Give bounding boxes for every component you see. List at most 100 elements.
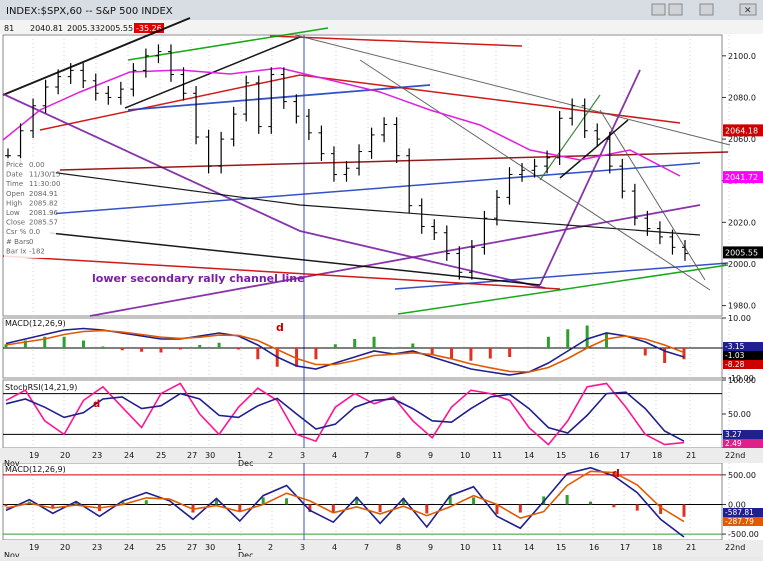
histogram-bar (469, 348, 473, 361)
x-tick-label: 10 (460, 543, 470, 552)
y-tick-label: 10.00 (728, 314, 751, 323)
readout-label: -587.81 (725, 508, 754, 517)
restore-button[interactable] (668, 3, 683, 16)
x-tick-label: 2 (268, 451, 273, 460)
x-tick-label: 27 (187, 543, 197, 552)
y-tick-label: 500.00 (728, 471, 756, 480)
x-tick-label: 7 (364, 543, 369, 552)
data-window-value: -182 (29, 247, 45, 255)
x-tick-label: 4 (332, 543, 337, 552)
x-tick-label: 14 (524, 451, 534, 460)
title-bar: INDEX:$SPX,60 -- S&P 500 INDEX ✕ 81 2040… (0, 0, 763, 34)
readout-label: -1.03 (725, 351, 745, 360)
x-tick-label: 30 (205, 451, 215, 460)
histogram-bar (566, 329, 570, 348)
macd-panel-label: MACD(12,26,9) (5, 319, 66, 328)
x-tick-label: 2 (268, 543, 273, 552)
histogram-bar (144, 500, 148, 505)
x-tick-label: 30 (205, 543, 215, 552)
histogram-bar (120, 348, 124, 351)
data-window-value: 0.00 (29, 161, 45, 169)
month-label: Dec (238, 459, 253, 468)
panel-frame (2, 379, 723, 449)
data-window-label: High (6, 199, 22, 207)
x-tick-label: 7 (364, 451, 369, 460)
histogram-bar (62, 336, 66, 348)
x-tick-label: 19 (29, 451, 39, 460)
x-tick-label: 19 (29, 543, 39, 552)
ohlc-strip-value: 2040.81 (30, 24, 63, 33)
x-tick-label: 15 (556, 543, 566, 552)
x-tick-label: 18 (652, 543, 662, 552)
histogram-bar (236, 348, 240, 350)
x-tick-label: 21 (686, 451, 696, 460)
readout-label: -8.28 (725, 360, 745, 369)
histogram-bar (411, 343, 415, 348)
readout-label: -3.15 (725, 342, 745, 351)
histogram-bar (508, 348, 512, 357)
histogram-bar (565, 494, 569, 505)
histogram-bar (588, 501, 592, 505)
histogram-bar (605, 333, 609, 348)
x-tick-label: 22nd (725, 451, 745, 460)
x-tick-label: 3 (300, 543, 305, 552)
histogram-bar (391, 347, 395, 348)
y-tick-label: 50.00 (728, 410, 751, 419)
histogram-bar (256, 348, 260, 360)
histogram-bar (612, 504, 616, 508)
histogram-bar (378, 504, 382, 513)
data-window-value: 2085.57 (29, 219, 58, 227)
reference-tag-label: 2005.55 (725, 248, 758, 257)
x-tick-label: 25 (156, 543, 166, 552)
histogram-bar (643, 348, 647, 356)
chart-canvas: INDEX:$SPX,60 -- S&P 500 INDEX ✕ 81 2040… (0, 0, 763, 560)
y-tick-label: 2060.0 (728, 135, 756, 144)
histogram-bar (159, 348, 163, 353)
data-window-label: Date (6, 171, 23, 179)
histogram-bar (682, 504, 686, 517)
x-tick-label: 4 (332, 451, 337, 460)
histogram-bar (472, 497, 476, 505)
data-window-label: Bar Ix (6, 247, 26, 255)
data-window-value: 0 (29, 238, 33, 246)
divergence-marker: d (276, 321, 284, 334)
histogram-bar (198, 345, 202, 348)
y-tick-label: 2100.0 (728, 52, 756, 61)
histogram-bar (353, 339, 357, 348)
x-tick-label: 10 (460, 451, 470, 460)
reference-tag-label: 2041.72 (725, 173, 758, 182)
histogram-bar (140, 348, 144, 352)
y-tick-label: 2080.0 (728, 93, 756, 102)
minimize-button[interactable] (651, 3, 666, 16)
readout-label: 2.49 (725, 439, 742, 448)
data-window-label: Price (6, 161, 23, 169)
histogram-bar (314, 348, 318, 360)
readout-label: 3.27 (725, 430, 742, 439)
x-tick-label: 8 (396, 451, 401, 460)
x-axis-strip (0, 540, 763, 557)
histogram-bar (333, 344, 337, 348)
x-tick-label: 15 (556, 451, 566, 460)
month-label: Nov (4, 459, 20, 468)
x-tick-label: 23 (92, 451, 102, 460)
data-window-label: Time (5, 180, 23, 188)
x-tick-label: 17 (620, 543, 630, 552)
data-window-label: Open (6, 190, 25, 198)
maximize-button[interactable] (699, 3, 714, 16)
x-tick-label: 20 (60, 451, 70, 460)
x-tick-label: 11 (492, 451, 502, 460)
histogram-bar (101, 346, 105, 348)
ohlc-strip-value: 2005.33 (67, 24, 100, 33)
x-tick-label: 21 (686, 543, 696, 552)
data-window-label: Close (6, 219, 25, 227)
x-axis-strip (0, 448, 763, 463)
histogram-bar (372, 336, 376, 348)
divergence-marker: d (612, 467, 620, 480)
data-window-label: # Bars (6, 238, 30, 246)
histogram-bar (430, 348, 434, 354)
x-tick-label: 17 (620, 451, 630, 460)
data-window-label: Low (6, 209, 20, 217)
x-tick-label: 3 (300, 451, 305, 460)
x-tick-label: 14 (524, 543, 534, 552)
month-label: Dec (238, 551, 253, 557)
